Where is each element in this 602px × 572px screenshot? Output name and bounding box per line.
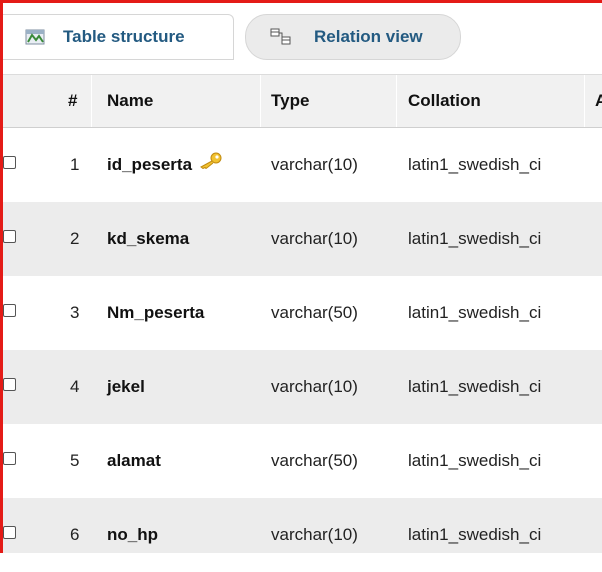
tab-relation-view[interactable]: Relation view [245,14,461,60]
column-divider [396,75,397,127]
row-checkbox[interactable] [3,452,16,465]
column-type: varchar(10) [271,229,358,248]
row-checkbox[interactable] [3,230,16,243]
row-checkbox[interactable] [3,378,16,391]
column-name[interactable]: id_peserta [107,128,222,202]
column-collation: latin1_swedish_ci [408,303,542,322]
column-type: varchar(50) [271,451,358,470]
relation-view-icon [270,28,292,46]
row-number: 6 [70,525,80,544]
row-checkbox[interactable] [3,526,16,539]
row-number: 5 [70,451,80,470]
row-checkbox[interactable] [3,156,16,169]
column-name[interactable]: Nm_peserta [107,276,204,350]
tab-relation-view-label: Relation view [314,27,423,46]
row-checkbox[interactable] [3,304,16,317]
row-number: 4 [70,377,80,396]
table-row: 6 no_hp varchar(10) latin1_swedish_ci [3,498,602,553]
row-number: 2 [70,229,80,248]
column-header-number[interactable]: # [68,75,77,127]
table-structure-icon [25,28,47,46]
column-header-attributes[interactable]: A [595,75,602,127]
column-collation: latin1_swedish_ci [408,451,542,470]
column-collation: latin1_swedish_ci [408,377,542,396]
column-name[interactable]: alamat [107,424,161,498]
table-row: 2 kd_skema varchar(10) latin1_swedish_ci [3,202,602,276]
column-collation: latin1_swedish_ci [408,155,542,174]
primary-key-icon [198,127,222,201]
tab-bar: Table structure Relation view [0,0,602,74]
row-number: 3 [70,303,80,322]
column-type: varchar(10) [271,155,358,174]
table-row: 5 alamat varchar(50) latin1_swedish_ci [3,424,602,498]
column-collation: latin1_swedish_ci [408,229,542,248]
column-header-type[interactable]: Type [271,75,309,127]
table-row: 4 jekel varchar(10) latin1_swedish_ci [3,350,602,424]
column-name[interactable]: jekel [107,350,145,424]
column-name[interactable]: kd_skema [107,202,189,276]
column-type: varchar(50) [271,303,358,322]
column-name[interactable]: no_hp [107,498,158,572]
column-type: varchar(10) [271,377,358,396]
column-header-collation[interactable]: Collation [408,75,481,127]
table-row: 1 id_peserta varchar(10) latin1_swedish_… [3,128,602,202]
table-row: 3 Nm_peserta varchar(50) latin1_swedish_… [3,276,602,350]
column-collation: latin1_swedish_ci [408,525,542,544]
tab-table-structure-label: Table structure [63,27,185,46]
table-header: # Name Type Collation A [3,74,602,128]
column-header-name[interactable]: Name [107,75,153,127]
column-type: varchar(10) [271,525,358,544]
column-name-text: id_peserta [107,155,193,174]
column-divider [91,75,92,127]
column-divider [584,75,585,127]
tab-table-structure[interactable]: Table structure [3,14,234,60]
row-number: 1 [70,155,80,174]
column-divider [260,75,261,127]
